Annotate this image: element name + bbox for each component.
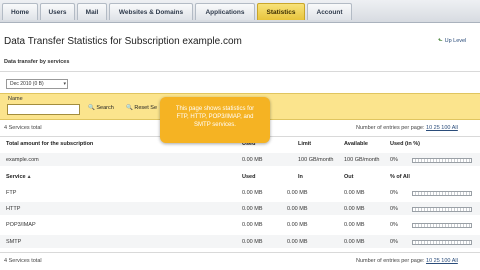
service-in: 0.00 MB bbox=[287, 222, 308, 228]
totals-header-used-pct: Used (in %) bbox=[390, 141, 420, 147]
totals-cell-limit: 100 GB/month bbox=[298, 157, 334, 163]
service-out: 0.00 MB bbox=[344, 222, 365, 228]
entries-per-page-label: Number of entries per page: bbox=[356, 125, 425, 131]
totals-cell-available: 100 GB/month bbox=[344, 157, 380, 163]
service-pct: 0% bbox=[390, 206, 398, 212]
services-header-out: Out bbox=[344, 174, 354, 180]
totals-header-available: Available bbox=[344, 141, 368, 147]
totals-cell-name: example.com bbox=[6, 157, 39, 163]
name-filter-input[interactable] bbox=[7, 104, 80, 115]
tab-account[interactable]: Account bbox=[307, 3, 352, 20]
tab-applications[interactable]: Applications bbox=[195, 3, 255, 20]
up-level-link[interactable]: ⬑ Up Level bbox=[438, 38, 466, 44]
services-header-in: In bbox=[298, 174, 303, 180]
sort-ascending-icon: ▲ bbox=[26, 174, 32, 180]
footer-entries-label: Number of entries per page: bbox=[356, 258, 425, 264]
search-button[interactable]: 🔍 Search bbox=[88, 105, 114, 111]
table-row bbox=[0, 153, 480, 166]
totals-header-name: Total amount for the subscription bbox=[6, 141, 94, 147]
search-button-label: Search bbox=[96, 105, 114, 111]
services-header-service[interactable]: Service▲ bbox=[6, 174, 32, 180]
service-used: 0.00 MB bbox=[242, 222, 263, 228]
service-out: 0.00 MB bbox=[344, 190, 365, 196]
period-select-value: Dec 2010 (0 B) bbox=[10, 81, 44, 87]
footer-entries-per-page: Number of entries per page: 10 25 100 Al… bbox=[356, 258, 458, 264]
service-out: 0.00 MB bbox=[344, 239, 365, 245]
entries-per-page: Number of entries per page: 10 25 100 Al… bbox=[356, 125, 458, 131]
services-header-pct: % of All bbox=[390, 174, 410, 180]
service-in: 0.00 MB bbox=[287, 190, 308, 196]
tab-statistics[interactable]: Statistics bbox=[257, 3, 305, 20]
service-name: SMTP bbox=[6, 239, 22, 245]
main-navigation-tabs: Home Users Mail Websites & Domains Appli… bbox=[0, 0, 480, 23]
up-level-label: Up Level bbox=[444, 38, 467, 44]
footer-divider bbox=[0, 252, 480, 253]
footer-entries-options[interactable]: 10 25 100 All bbox=[426, 258, 458, 264]
service-pct: 0% bbox=[390, 222, 398, 228]
service-in: 0.00 MB bbox=[287, 239, 308, 245]
services-header-service-label: Service bbox=[6, 174, 26, 180]
table-row bbox=[0, 202, 480, 215]
search-icon: 🔍 bbox=[88, 105, 95, 111]
service-name: FTP bbox=[6, 190, 17, 196]
service-in: 0.00 MB bbox=[287, 206, 308, 212]
period-select[interactable]: Dec 2010 (0 B) ▾ bbox=[6, 79, 68, 89]
services-header-used: Used bbox=[242, 174, 256, 180]
service-share-bar bbox=[412, 191, 472, 196]
service-used: 0.00 MB bbox=[242, 206, 263, 212]
service-pct: 0% bbox=[390, 239, 398, 245]
up-arrow-icon: ⬑ bbox=[438, 38, 443, 44]
name-filter-label: Name bbox=[8, 96, 23, 102]
tab-users[interactable]: Users bbox=[40, 3, 75, 20]
section-label: Data transfer by services bbox=[4, 59, 70, 65]
reset-search-button[interactable]: 🔍 Reset Se bbox=[126, 105, 157, 111]
service-name: HTTP bbox=[6, 206, 21, 212]
section-divider bbox=[0, 71, 480, 72]
service-out: 0.00 MB bbox=[344, 206, 365, 212]
chevron-down-icon: ▾ bbox=[63, 81, 66, 87]
totals-cell-pct: 0% bbox=[390, 157, 398, 163]
table-row bbox=[0, 235, 480, 248]
usage-bar bbox=[412, 158, 472, 163]
tab-websites-domains[interactable]: Websites & Domains bbox=[109, 3, 193, 20]
service-pct: 0% bbox=[390, 190, 398, 196]
service-share-bar bbox=[412, 223, 472, 228]
totals-cell-used: 0.00 MB bbox=[242, 157, 263, 163]
services-total-count: 4 Services total bbox=[4, 125, 42, 131]
page-title: Data Transfer Statistics for Subscriptio… bbox=[4, 36, 242, 47]
tab-home[interactable]: Home bbox=[2, 3, 38, 20]
info-tooltip: This page shows statistics for FTP, HTTP… bbox=[160, 97, 270, 143]
service-used: 0.00 MB bbox=[242, 239, 263, 245]
service-share-bar bbox=[412, 207, 472, 212]
footer-services-total: 4 Services total bbox=[4, 258, 42, 264]
totals-header-limit: Limit bbox=[298, 141, 312, 147]
reset-button-label: Reset Se bbox=[134, 105, 158, 111]
tab-mail[interactable]: Mail bbox=[77, 3, 107, 20]
service-used: 0.00 MB bbox=[242, 190, 263, 196]
entries-per-page-options[interactable]: 10 25 100 All bbox=[426, 125, 458, 131]
reset-icon: 🔍 bbox=[126, 105, 133, 111]
service-name: POP3/IMAP bbox=[6, 222, 36, 228]
service-share-bar bbox=[412, 240, 472, 245]
